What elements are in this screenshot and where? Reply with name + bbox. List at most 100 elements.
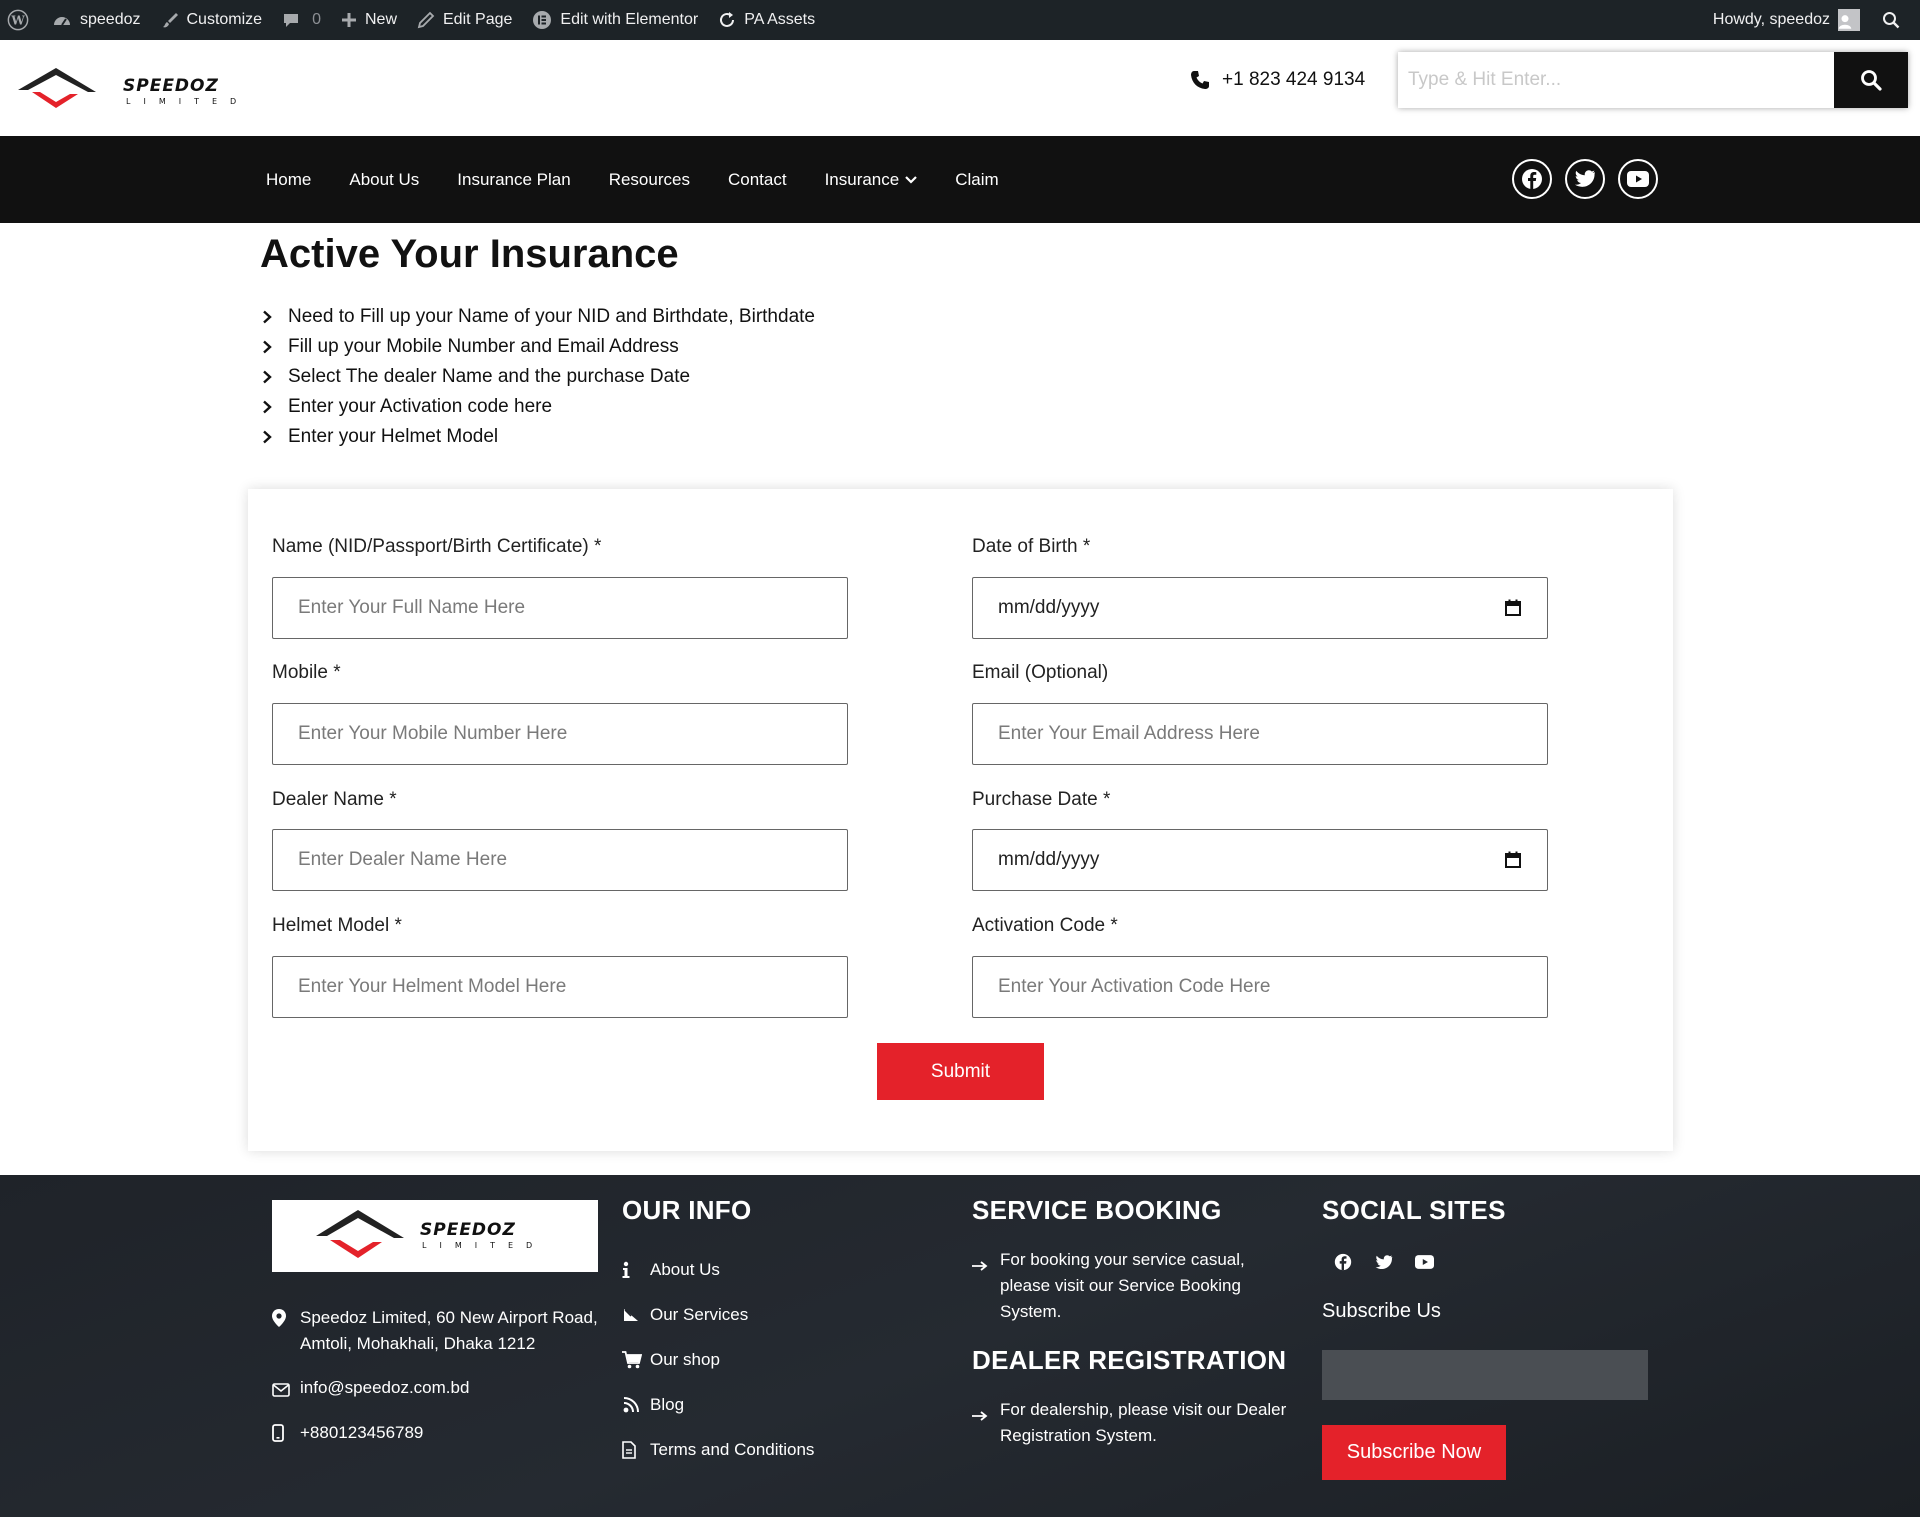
- list-item: Enter your Helmet Model: [260, 422, 815, 452]
- admin-comments[interactable]: 0: [272, 0, 331, 40]
- footer-logo[interactable]: SPEEDOZ LIMITED: [272, 1200, 598, 1272]
- nav-item-resources[interactable]: Resources: [609, 170, 690, 190]
- dealer-registration-text[interactable]: For dealership, please visit our Dealer …: [972, 1397, 1292, 1449]
- dashboard-icon: [54, 17, 70, 26]
- purchase-date-input[interactable]: mm/dd/yyyy: [972, 829, 1548, 891]
- activation-form: Name (NID/Passport/Birth Certificate) * …: [248, 489, 1673, 1151]
- facebook-icon[interactable]: [1322, 1247, 1363, 1277]
- footer-link-our-shop[interactable]: Our shop: [622, 1337, 814, 1382]
- email-field[interactable]: [972, 703, 1548, 765]
- instruction-text: Need to Fill up your Name of your NID an…: [288, 306, 815, 327]
- footer-link-our-services[interactable]: Our Services: [622, 1292, 814, 1337]
- nav-label: About Us: [349, 169, 420, 189]
- chevron-right-icon: [263, 430, 272, 444]
- nav-item-claim[interactable]: Claim: [955, 170, 998, 190]
- dob-date-input[interactable]: mm/dd/yyyy: [972, 577, 1548, 639]
- list-item: Enter your Activation code here: [260, 392, 815, 422]
- dealer-name-input[interactable]: [272, 829, 848, 891]
- arrow-right-icon: [972, 1411, 988, 1421]
- svg-text:SPEEDOZ: SPEEDOZ: [420, 1220, 516, 1240]
- nav-label: Contact: [727, 169, 787, 189]
- instruction-text: Enter your Activation code here: [288, 396, 553, 417]
- footer-email[interactable]: info@speedoz.com.bd: [272, 1375, 469, 1405]
- activation-code-input[interactable]: [972, 956, 1548, 1018]
- admin-pa-assets[interactable]: PA Assets: [708, 0, 825, 40]
- calendar-icon[interactable]: [1504, 851, 1522, 869]
- full-name-input[interactable]: [272, 577, 848, 639]
- chevron-right-icon: [263, 370, 272, 384]
- site-logo[interactable]: SPEEDOZ LIMITED: [18, 62, 263, 110]
- subscribe-email-input[interactable]: [1322, 1350, 1648, 1400]
- footer-phone[interactable]: +880123456789: [272, 1420, 423, 1450]
- service-booking-text[interactable]: For booking your service casual, please …: [972, 1247, 1272, 1325]
- dob-value: mm/dd/yyyy: [998, 597, 1100, 618]
- footer-link-label: Our shop: [650, 1349, 720, 1369]
- services-icon: [624, 1308, 638, 1321]
- instruction-text: Fill up your Mobile Number and Email Add…: [288, 336, 679, 357]
- nav-item-contact[interactable]: Contact: [728, 170, 787, 190]
- search-button[interactable]: [1834, 52, 1908, 108]
- wordpress-logo-icon[interactable]: W: [2, 0, 42, 40]
- footer-address: Speedoz Limited, 60 New Airport Road, Am…: [272, 1305, 602, 1357]
- admin-edit-elementor[interactable]: Edit with Elementor: [522, 0, 708, 40]
- name-label: Name (NID/Passport/Birth Certificate) *: [272, 536, 602, 557]
- admin-new-label: New: [364, 11, 397, 28]
- nav-item-home[interactable]: Home: [266, 170, 311, 190]
- info-icon: [622, 1261, 630, 1278]
- purchase-date-value: mm/dd/yyyy: [998, 849, 1100, 870]
- twitter-icon[interactable]: [1565, 159, 1605, 199]
- footer-phone-text: +880123456789: [300, 1423, 424, 1442]
- footer-link-label: About Us: [650, 1259, 720, 1279]
- search-input[interactable]: [1398, 52, 1834, 108]
- admin-customize-label: Customize: [186, 11, 263, 28]
- header-phone[interactable]: +1 823 424 9134: [1190, 68, 1365, 92]
- nav-item-about-us[interactable]: About Us: [349, 170, 419, 190]
- avatar: [1838, 9, 1860, 31]
- footer-link-about-us[interactable]: About Us: [622, 1247, 814, 1292]
- helmet-model-input[interactable]: [272, 956, 848, 1018]
- admin-new[interactable]: New: [331, 0, 407, 40]
- mobile-input[interactable]: [272, 703, 848, 765]
- cart-icon: [622, 1350, 642, 1368]
- youtube-icon[interactable]: [1618, 159, 1658, 199]
- instruction-text: Enter your Helmet Model: [288, 426, 499, 447]
- footer-address-text: Speedoz Limited, 60 New Airport Road, Am…: [300, 1308, 598, 1353]
- admin-customize[interactable]: Customize: [151, 0, 273, 40]
- refresh-icon: [720, 12, 735, 27]
- search-icon: [1861, 70, 1882, 91]
- page-title: Active Your Insurance: [260, 232, 679, 276]
- list-item: Fill up your Mobile Number and Email Add…: [260, 332, 815, 362]
- footer-link-label: Our Services: [650, 1304, 749, 1324]
- facebook-icon[interactable]: [1512, 159, 1552, 199]
- helmet-model-label: Helmet Model *: [272, 915, 402, 936]
- admin-edit-elementor-label: Edit with Elementor: [560, 11, 699, 28]
- social-sites-heading: SOCIAL SITES: [1322, 1195, 1506, 1225]
- nav-label: Insurance Plan: [457, 169, 571, 189]
- header-phone-number: +1 823 424 9134: [1222, 69, 1366, 90]
- admin-site-name[interactable]: speedoz: [42, 0, 151, 40]
- nav-item-insurance[interactable]: Insurance: [825, 170, 918, 190]
- blog-icon: [623, 1396, 639, 1412]
- admin-howdy-label: Howdy, speedoz: [1712, 11, 1830, 28]
- site-footer: SPEEDOZ LIMITED Speedoz Limited, 60 New …: [0, 1175, 1920, 1517]
- svg-text:W: W: [10, 14, 25, 28]
- calendar-icon[interactable]: [1504, 599, 1522, 617]
- youtube-icon[interactable]: [1404, 1247, 1445, 1277]
- admin-site-name-label: speedoz: [80, 11, 141, 28]
- footer-social-links: [1322, 1247, 1445, 1277]
- submit-button[interactable]: Submit: [877, 1043, 1044, 1100]
- subscribe-button[interactable]: Subscribe Now: [1322, 1425, 1506, 1480]
- footer-link-blog[interactable]: Blog: [622, 1382, 814, 1427]
- admin-search-icon[interactable]: [1870, 0, 1920, 40]
- site-header: SPEEDOZ LIMITED +1 823 424 9134: [0, 40, 1920, 136]
- footer-link-label: Blog: [650, 1394, 685, 1414]
- admin-edit-page[interactable]: Edit Page: [407, 0, 522, 40]
- elementor-icon: [533, 11, 552, 29]
- dealer-name-label: Dealer Name *: [272, 789, 397, 810]
- twitter-icon[interactable]: [1363, 1247, 1404, 1277]
- footer-link-terms[interactable]: Terms and Conditions: [622, 1427, 814, 1472]
- nav-item-insurance-plan[interactable]: Insurance Plan: [457, 170, 570, 190]
- dob-label: Date of Birth *: [972, 536, 1091, 557]
- admin-account[interactable]: Howdy, speedoz: [1703, 0, 1870, 40]
- document-icon: [622, 1440, 636, 1459]
